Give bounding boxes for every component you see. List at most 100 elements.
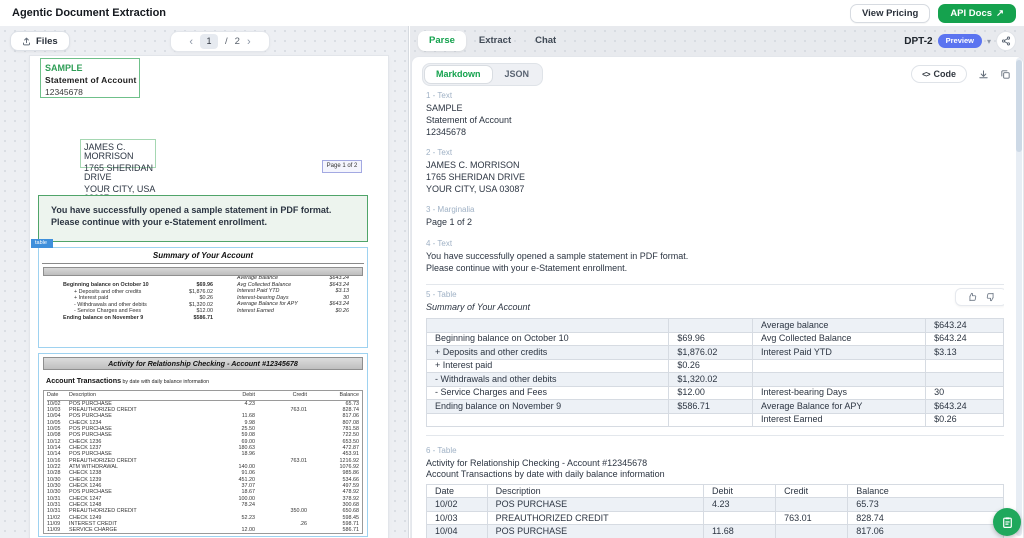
text-line: Please continue with your e-Statement en… bbox=[426, 262, 1004, 274]
view-mode-markdown[interactable]: Markdown bbox=[424, 65, 493, 84]
pdf-summary-cell: Avg Collected Balance bbox=[237, 282, 315, 289]
table-cell: $643.24 bbox=[926, 400, 1004, 414]
current-page-input[interactable]: 1 bbox=[200, 34, 218, 49]
table-cell: $12.00 bbox=[669, 386, 753, 400]
api-docs-button[interactable]: API Docs ↗ bbox=[938, 4, 1016, 23]
model-selector[interactable]: DPT-2 Preview ▾ bbox=[904, 31, 1016, 51]
pdf-summary-row: Avg Collected Balance$643.24 bbox=[237, 282, 349, 289]
table-cell bbox=[427, 413, 669, 427]
table-cell: 10/02 bbox=[427, 498, 488, 512]
files-button[interactable]: Files bbox=[10, 31, 70, 51]
table-cell: 763.01 bbox=[776, 511, 848, 525]
pdf-summary-row: Interest Earned$0.26 bbox=[237, 308, 349, 315]
copy-button[interactable] bbox=[1000, 69, 1011, 80]
pdf-tx-cell: Balance bbox=[307, 392, 359, 400]
table-header-cell: Date bbox=[427, 484, 488, 498]
feedback-toolbar bbox=[955, 288, 1004, 306]
pdf-summary-table: Beginning balance on October 10$69.96+ D… bbox=[39, 276, 367, 328]
table-cell: 10/03 bbox=[427, 511, 488, 525]
pdf-activity-subtitle-rest: by date with daily balance information bbox=[121, 379, 209, 385]
thumbs-up-icon bbox=[967, 292, 977, 302]
files-button-label: Files bbox=[36, 36, 58, 47]
pdf-summary-cell: Interest Paid YTD bbox=[237, 288, 315, 295]
external-link-icon: ↗ bbox=[996, 8, 1004, 19]
table-header-row: DateDescriptionDebitCreditBalance bbox=[427, 484, 1004, 498]
table-region-tag: table bbox=[31, 239, 53, 248]
table-cell bbox=[427, 319, 669, 333]
feedback-fab[interactable] bbox=[993, 508, 1021, 536]
main-area: Files ‹ 1 / 2 › SAMPLE Statement of Acco… bbox=[0, 26, 1024, 538]
table-cell: $69.96 bbox=[669, 332, 753, 346]
clipboard-icon bbox=[1001, 516, 1014, 529]
parse-chunks: 1 - Text SAMPLEStatement of Account12345… bbox=[426, 91, 1004, 538]
table-cell: $586.71 bbox=[669, 400, 753, 414]
table-row: 10/04POS PURCHASE11.68817.06 bbox=[427, 525, 1004, 538]
model-preview-badge: Preview bbox=[938, 34, 982, 49]
table-cell bbox=[752, 359, 925, 373]
chunk-1-text: 1 - Text SAMPLEStatement of Account12345… bbox=[426, 91, 1004, 138]
results-toolbar: Parse Extract Chat DPT-2 Preview ▾ bbox=[418, 30, 1016, 52]
thumbs-down-icon bbox=[986, 292, 996, 302]
text-line: Account Transactions by date with daily … bbox=[426, 469, 1004, 480]
pdf-summary-cell: - Withdrawals and other debits bbox=[63, 302, 167, 309]
summary-table: Average balance$643.24Beginning balance … bbox=[426, 318, 1004, 427]
table-cell: Ending balance on November 9 bbox=[427, 400, 669, 414]
table-row: - Withdrawals and other debits$1,320.02 bbox=[427, 373, 1004, 387]
pdf-summary-cell: Average Balance for APY bbox=[237, 301, 315, 308]
table-row: Interest Earned$0.26 bbox=[427, 413, 1004, 427]
table-cell: Beginning balance on October 10 bbox=[427, 332, 669, 346]
text-line: You have successfully opened a sample st… bbox=[426, 251, 1004, 263]
pdf-tx-cell: SERVICE CHARGE bbox=[69, 527, 209, 533]
tab-chat[interactable]: Chat bbox=[524, 31, 567, 51]
pdf-summary-row: Interest-bearing Days30 bbox=[237, 295, 349, 302]
table-row: - Service Charges and Fees$12.00Interest… bbox=[427, 386, 1004, 400]
table-header-cell: Credit bbox=[776, 484, 848, 498]
table-cell: 30 bbox=[926, 386, 1004, 400]
pdf-summary-cell: Interest Earned bbox=[237, 308, 315, 315]
table-cell bbox=[776, 498, 848, 512]
document-viewer-panel: Files ‹ 1 / 2 › SAMPLE Statement of Acco… bbox=[0, 26, 409, 538]
table-cell: 828.74 bbox=[848, 511, 1004, 525]
thumbs-down-button[interactable] bbox=[986, 292, 996, 302]
pdf-summary-cell: $1,320.02 bbox=[167, 302, 213, 309]
text-line: JAMES C. MORRISON bbox=[426, 160, 1004, 172]
pdf-tx-cell bbox=[255, 527, 307, 533]
chunk-text: You have successfully opened a sample st… bbox=[426, 251, 1004, 274]
table-row: Ending balance on November 9$586.71Avera… bbox=[427, 400, 1004, 414]
share-button[interactable] bbox=[996, 31, 1016, 51]
pdf-summary-row: Interest Paid YTD$3.13 bbox=[237, 288, 349, 295]
table-header-cell: Description bbox=[487, 484, 703, 498]
chunk-5-table[interactable]: 5 - Table Summary of Your Account Averag… bbox=[426, 284, 1004, 436]
pdf-summary-region: Summary of Your Account Beginning balanc… bbox=[38, 247, 368, 348]
download-button[interactable] bbox=[978, 69, 989, 80]
chunk-label: 1 - Text bbox=[426, 91, 1004, 100]
pdf-activity-subtitle-bold: Account Transactions bbox=[46, 376, 121, 385]
activity-table-titles: Activity for Relationship Checking - Acc… bbox=[426, 458, 1004, 480]
code-button[interactable]: <> Code bbox=[911, 65, 967, 83]
view-pricing-button[interactable]: View Pricing bbox=[850, 4, 930, 23]
thumbs-up-button[interactable] bbox=[967, 292, 977, 302]
pdf-tx-cell: 586.71 bbox=[307, 527, 359, 533]
pdf-page[interactable]: SAMPLE Statement of Account 12345678 JAM… bbox=[30, 56, 388, 538]
result-card-toolbar: Markdown JSON <> Code bbox=[422, 63, 1011, 85]
table-cell: $1,320.02 bbox=[669, 373, 753, 387]
upload-icon bbox=[22, 37, 31, 46]
text-line: SAMPLE bbox=[426, 103, 1004, 115]
next-page-icon[interactable]: › bbox=[247, 37, 251, 47]
view-mode-json[interactable]: JSON bbox=[493, 65, 542, 84]
summary-table-caption: Summary of Your Account bbox=[426, 302, 1004, 312]
table-cell bbox=[926, 359, 1004, 373]
chevron-down-icon[interactable]: ▾ bbox=[987, 37, 991, 46]
pdf-summary-row: + Deposits and other credits$1,876.02 bbox=[63, 289, 213, 296]
tab-extract[interactable]: Extract bbox=[468, 31, 522, 51]
tab-parse[interactable]: Parse bbox=[418, 31, 466, 51]
pdf-summary-cell: $643.24 bbox=[315, 301, 349, 308]
table-row: Average balance$643.24 bbox=[427, 319, 1004, 333]
pdf-summary-cell: $69.96 bbox=[167, 282, 213, 289]
vertical-scrollbar[interactable] bbox=[1016, 58, 1022, 536]
pdf-summary-cell: $12.00 bbox=[167, 308, 213, 315]
pdf-tx-cell: 11/09 bbox=[47, 527, 69, 533]
scrollbar-thumb[interactable] bbox=[1016, 60, 1022, 152]
prev-page-icon[interactable]: ‹ bbox=[189, 37, 193, 47]
text-line: Page 1 of 2 bbox=[426, 217, 1004, 229]
